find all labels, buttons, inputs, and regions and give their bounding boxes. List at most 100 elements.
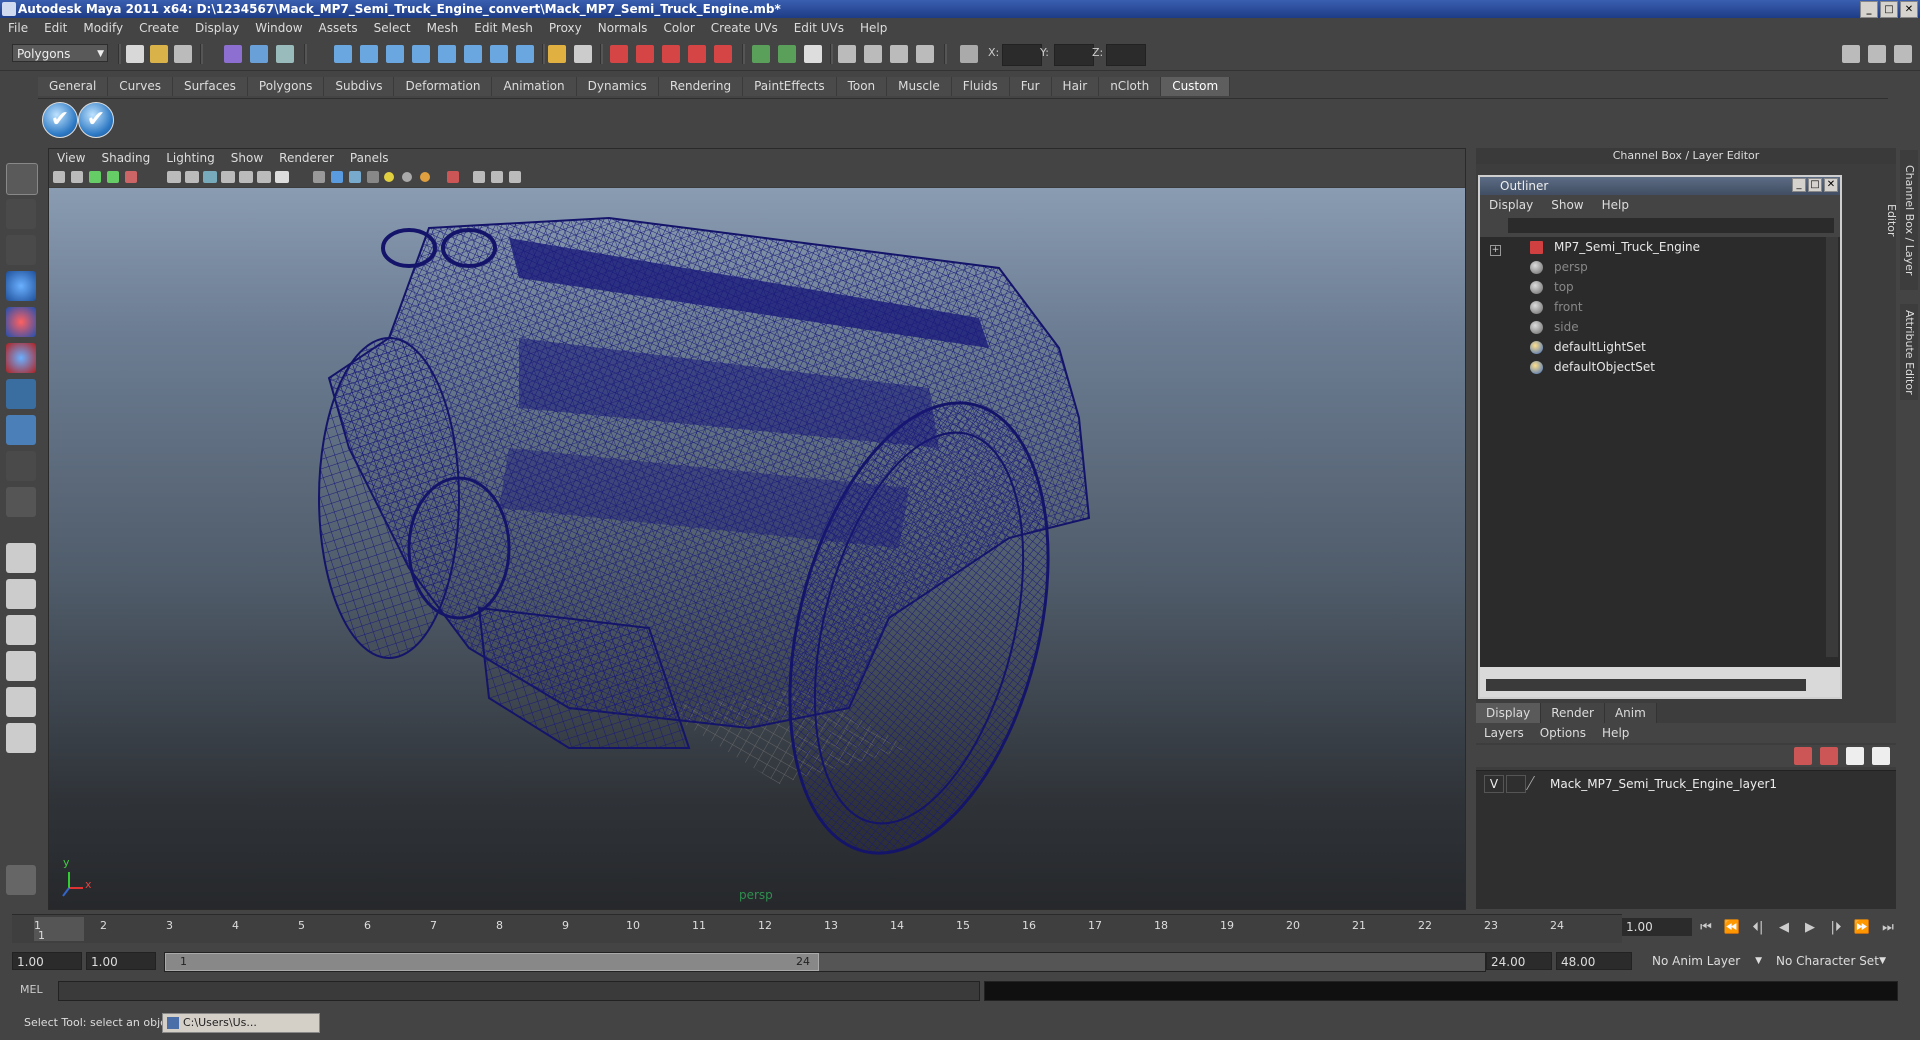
new-scene-icon[interactable] <box>126 45 144 63</box>
outliner-menu-show[interactable]: Show <box>1542 195 1592 215</box>
step-back-key-icon[interactable]: ⏪ <box>1722 918 1742 938</box>
menu-create-uvs[interactable]: Create UVs <box>703 21 786 35</box>
outliner-menu-help[interactable]: Help <box>1593 195 1638 215</box>
animation-end-field[interactable]: 48.00 <box>1556 952 1632 970</box>
range-slider-handle[interactable]: 1 24 <box>165 953 819 971</box>
outliner-maximize-button[interactable]: □ <box>1808 178 1822 192</box>
step-back-frame-icon[interactable]: ⏴| <box>1748 918 1768 938</box>
layer-menu-help[interactable]: Help <box>1594 723 1637 743</box>
four-view-layout-icon[interactable] <box>6 579 36 609</box>
soft-modification-icon[interactable] <box>6 415 36 445</box>
snap-view-icon[interactable] <box>464 45 482 63</box>
snap-surface-icon[interactable] <box>490 45 508 63</box>
vp-menu-panels[interactable]: Panels <box>342 149 397 167</box>
ipr-render-icon[interactable] <box>864 45 882 63</box>
persp-hypershade-layout-icon[interactable] <box>6 687 36 717</box>
layer-tab-render[interactable]: Render <box>1541 703 1605 723</box>
menu-help[interactable]: Help <box>852 21 895 35</box>
create-layer-selected-icon[interactable] <box>1872 747 1890 765</box>
history-icon[interactable] <box>574 45 592 63</box>
rotate-tool-icon[interactable] <box>6 307 36 337</box>
playback-start-field[interactable]: 1.00 <box>86 952 156 970</box>
perspective-viewport[interactable]: View Shading Lighting Show Renderer Pane… <box>48 148 1466 910</box>
play-forwards-icon[interactable]: ▶ <box>1800 918 1820 938</box>
create-empty-layer-icon[interactable] <box>1846 747 1864 765</box>
show-manipulator-icon[interactable] <box>6 451 36 481</box>
menu-edit[interactable]: Edit <box>36 21 75 35</box>
viewport-scene[interactable]: y x persp <box>49 188 1465 909</box>
layer-color-icon[interactable] <box>1525 776 1550 790</box>
open-scene-icon[interactable] <box>150 45 168 63</box>
menu-edit-uvs[interactable]: Edit UVs <box>786 21 852 35</box>
select-object-icon[interactable] <box>250 45 268 63</box>
shelf-tab-fluids[interactable]: Fluids <box>951 77 1010 96</box>
shelf-tab-painteffects[interactable]: PaintEffects <box>743 77 837 96</box>
shelf-tab-custom[interactable]: Custom <box>1161 77 1231 96</box>
attribute-editor-side-tab[interactable]: Attribute Editor <box>1900 304 1918 400</box>
shelf-tab-surfaces[interactable]: Surfaces <box>172 77 248 96</box>
single-perspective-layout-icon[interactable] <box>6 543 36 573</box>
move-layer-up-icon[interactable] <box>1794 747 1812 765</box>
command-input[interactable] <box>58 981 980 1001</box>
shelf-tab-muscle[interactable]: Muscle <box>887 77 952 96</box>
hypershade-icon[interactable] <box>916 45 934 63</box>
toggle-channel-box-icon[interactable] <box>1894 45 1912 63</box>
channel-box-side-tab[interactable]: Channel Box / Layer Editor <box>1885 150 1918 290</box>
menu-assets[interactable]: Assets <box>311 21 366 35</box>
transform-field-icon[interactable] <box>960 45 978 63</box>
outliner-search-input[interactable] <box>1508 218 1834 233</box>
select-hierarchy-icon[interactable] <box>224 45 242 63</box>
check-icon[interactable]: ✔ <box>42 102 78 138</box>
universal-manipulator-icon[interactable] <box>6 379 36 409</box>
layer-row[interactable]: V Mack_MP7_Semi_Truck_Engine_layer1 <box>1480 775 1880 793</box>
menu-edit-mesh[interactable]: Edit Mesh <box>466 21 541 35</box>
scale-tool-icon[interactable] <box>6 343 36 373</box>
taskbar-button[interactable]: C:\Users\Us... <box>162 1013 320 1033</box>
range-slider[interactable]: 1 24 <box>164 952 1486 972</box>
render-frame-icon[interactable] <box>804 45 822 63</box>
shelf-tab-rendering[interactable]: Rendering <box>658 77 744 96</box>
snap-view-red-icon[interactable] <box>688 45 706 63</box>
toggle-tool-settings-icon[interactable] <box>1868 45 1886 63</box>
menu-select[interactable]: Select <box>366 21 419 35</box>
outliner-vertical-scrollbar[interactable] <box>1826 237 1838 657</box>
vp-menu-renderer[interactable]: Renderer <box>271 149 342 167</box>
construction-history-icon[interactable] <box>778 45 796 63</box>
last-tool-icon[interactable] <box>6 487 36 517</box>
y-field[interactable] <box>1054 44 1094 66</box>
go-to-end-icon[interactable]: ⏭ <box>1878 918 1898 938</box>
menu-display[interactable]: Display <box>187 21 247 35</box>
expand-icon[interactable]: + <box>1490 245 1501 256</box>
input-output-icon[interactable] <box>752 45 770 63</box>
snap-curve-red-icon[interactable] <box>636 45 654 63</box>
outliner-minimize-button[interactable]: _ <box>1792 178 1806 192</box>
shelf-tab-polygons[interactable]: Polygons <box>247 77 325 96</box>
check-icon[interactable]: ✔ <box>78 102 114 138</box>
snap-curve-icon[interactable] <box>360 45 378 63</box>
select-component-icon[interactable] <box>276 45 294 63</box>
snap-point-red-icon[interactable] <box>662 45 680 63</box>
layer-tab-anim[interactable]: Anim <box>1604 703 1657 723</box>
layer-menu-options[interactable]: Options <box>1532 723 1594 743</box>
menu-window[interactable]: Window <box>247 21 310 35</box>
x-field[interactable] <box>1002 44 1042 66</box>
outliner-close-button[interactable]: ✕ <box>1824 178 1838 192</box>
playback-end-field[interactable]: 24.00 <box>1486 952 1552 970</box>
snap-point-icon[interactable] <box>386 45 404 63</box>
lasso-tool-icon[interactable] <box>6 199 36 229</box>
z-field[interactable] <box>1106 44 1146 66</box>
shelf-tab-hair[interactable]: Hair <box>1051 77 1100 96</box>
layer-playback-toggle[interactable] <box>1506 775 1526 793</box>
snap-grid-icon[interactable] <box>334 45 352 63</box>
menu-proxy[interactable]: Proxy <box>541 21 590 35</box>
minimize-button[interactable]: _ <box>1860 1 1878 18</box>
move-layer-down-icon[interactable] <box>1820 747 1838 765</box>
vp-menu-view[interactable]: View <box>49 149 93 167</box>
select-tool-icon[interactable] <box>6 163 38 195</box>
magnet-icon[interactable] <box>610 45 628 63</box>
current-frame-field[interactable]: 1.00 <box>1622 918 1692 936</box>
lock-icon[interactable] <box>548 45 566 63</box>
maximize-button[interactable]: □ <box>1880 1 1898 18</box>
shelf-tab-general[interactable]: General <box>38 77 109 96</box>
menu-modify[interactable]: Modify <box>75 21 131 35</box>
